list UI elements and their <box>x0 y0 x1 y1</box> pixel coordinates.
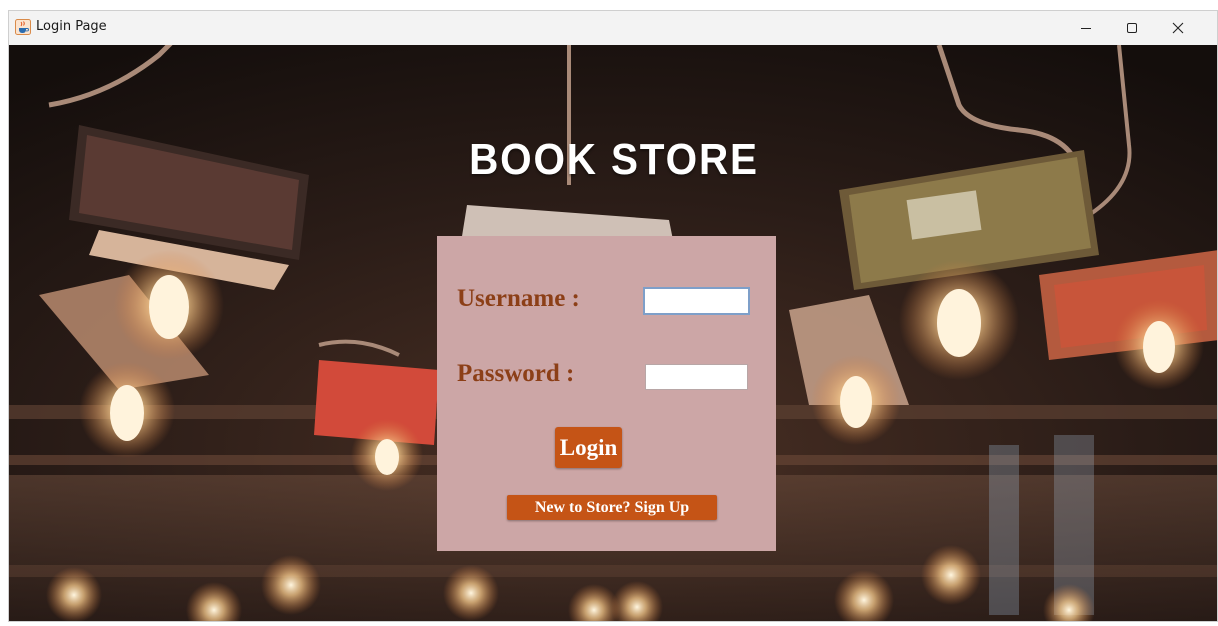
app-window: Login Page BOOK STORE Username: Passwor… <box>8 10 1218 622</box>
username-label: Username : <box>457 285 580 312</box>
minimize-button[interactable] <box>1063 11 1109 45</box>
login-panel: Username : Password : Login New to Store… <box>437 236 776 551</box>
maximize-icon <box>1127 23 1137 33</box>
title-bar[interactable]: Login Page <box>9 11 1217 46</box>
minimize-icon <box>1081 28 1091 29</box>
login-button[interactable]: Login <box>555 427 622 468</box>
password-input[interactable] <box>645 364 748 390</box>
store-heading: BOOK STORE <box>469 135 759 184</box>
close-icon <box>1172 22 1184 34</box>
close-button[interactable] <box>1155 11 1201 45</box>
window-title: Login Page <box>36 19 107 34</box>
maximize-button[interactable] <box>1109 11 1155 45</box>
username-input[interactable] <box>643 287 750 315</box>
signup-button[interactable]: New to Store? Sign Up <box>507 495 717 520</box>
password-label: Password : <box>457 360 575 387</box>
java-cup-icon <box>15 19 31 35</box>
